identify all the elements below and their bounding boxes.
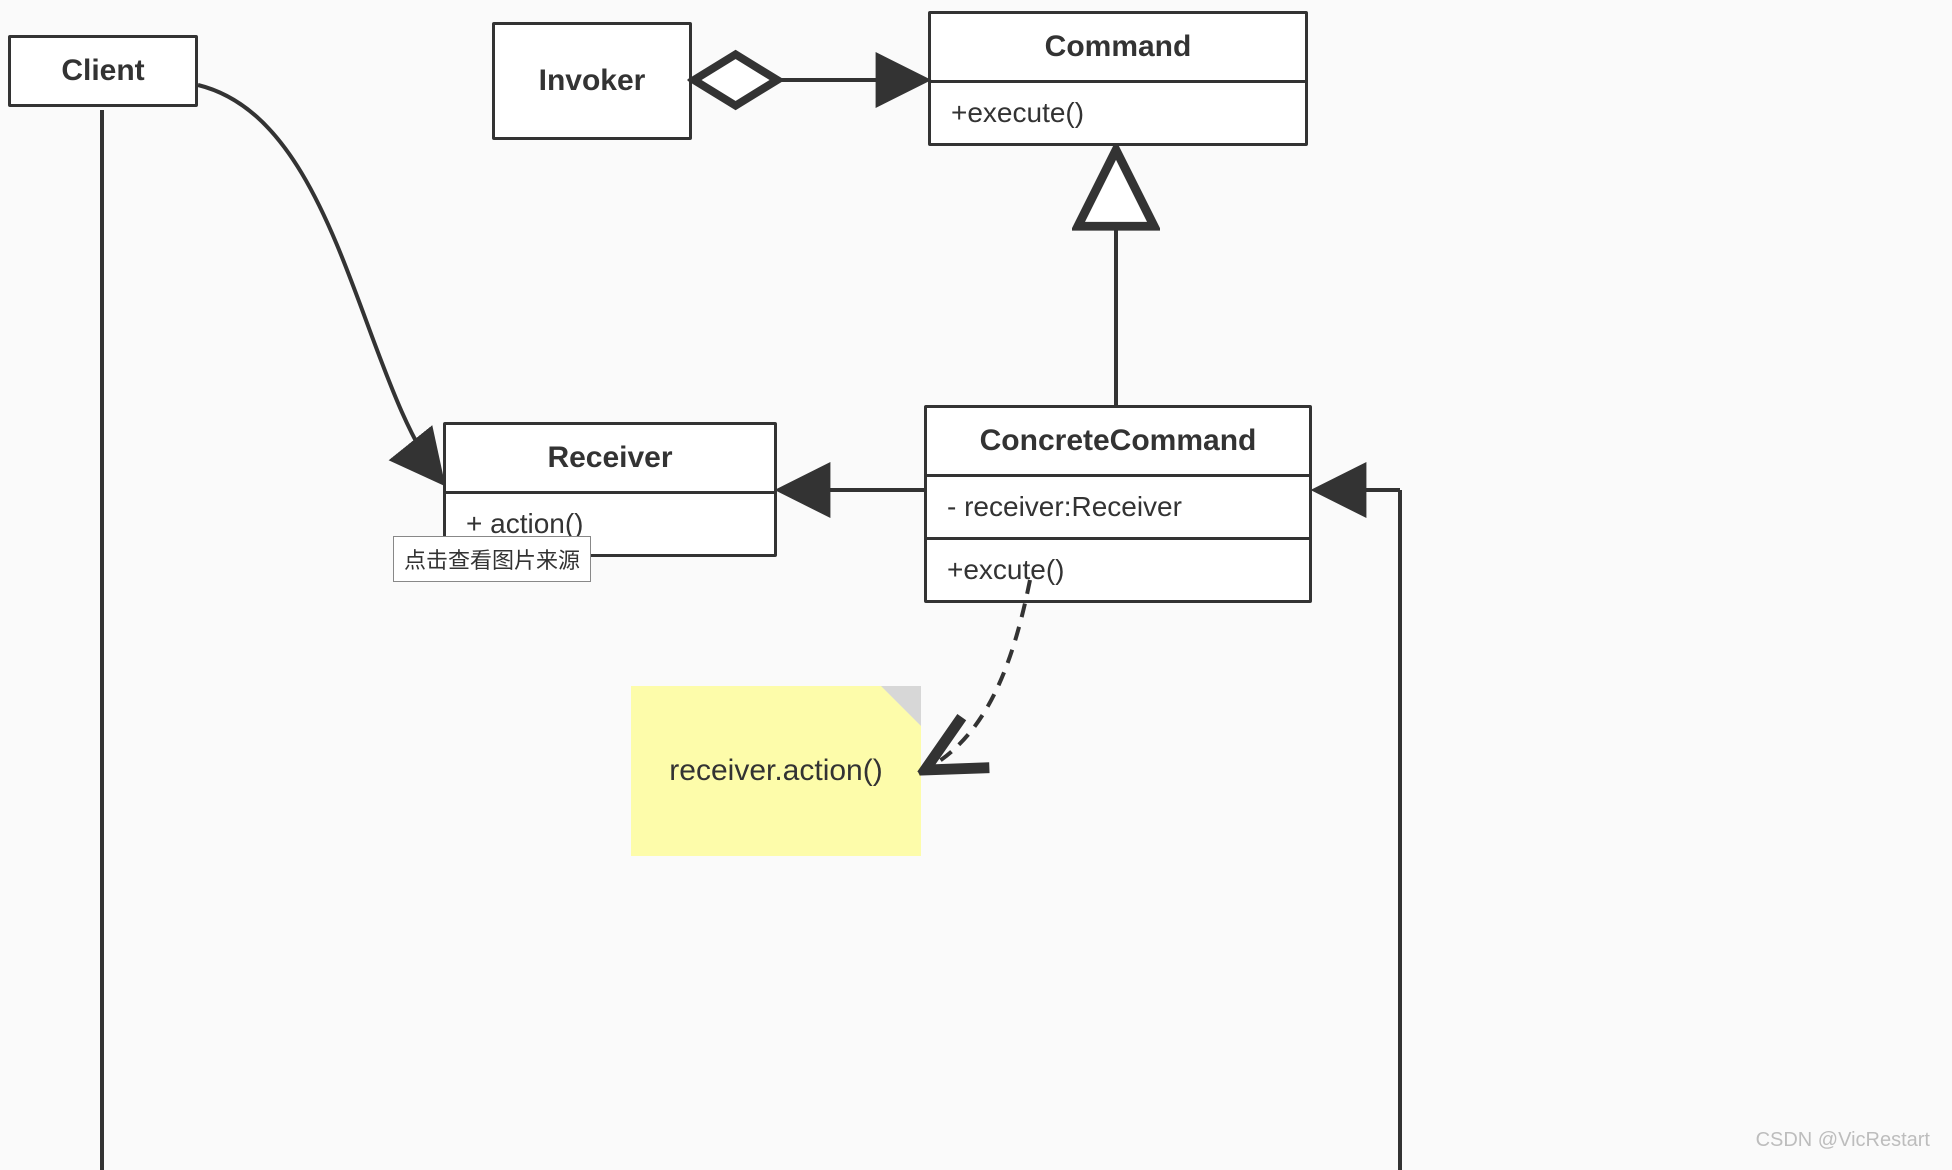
class-client-title: Client <box>11 38 195 104</box>
class-invoker: Invoker <box>492 22 692 140</box>
class-command-title: Command <box>931 14 1305 80</box>
note-text: receiver.action() <box>669 754 882 788</box>
class-command: Command +execute() <box>928 11 1308 146</box>
note-fold-icon <box>881 686 921 726</box>
note-receiver-action: receiver.action() <box>631 686 921 856</box>
class-receiver-title: Receiver <box>446 425 774 491</box>
conn-concrete-note <box>925 580 1030 770</box>
tooltip-text: 点击查看图片来源 <box>404 548 580 573</box>
conn-client-receiver <box>198 85 442 482</box>
class-concrete-command-method: +excute() <box>927 537 1309 600</box>
class-concrete-command-title: ConcreteCommand <box>927 408 1309 474</box>
image-source-tooltip[interactable]: 点击查看图片来源 <box>393 536 591 582</box>
watermark: CSDN @VicRestart <box>1756 1129 1930 1152</box>
class-invoker-title: Invoker <box>539 64 646 98</box>
class-concrete-command: ConcreteCommand - receiver:Receiver +exc… <box>924 405 1312 603</box>
class-client: Client <box>8 35 198 107</box>
class-command-method: +execute() <box>931 80 1305 143</box>
class-concrete-command-attr: - receiver:Receiver <box>927 474 1309 537</box>
